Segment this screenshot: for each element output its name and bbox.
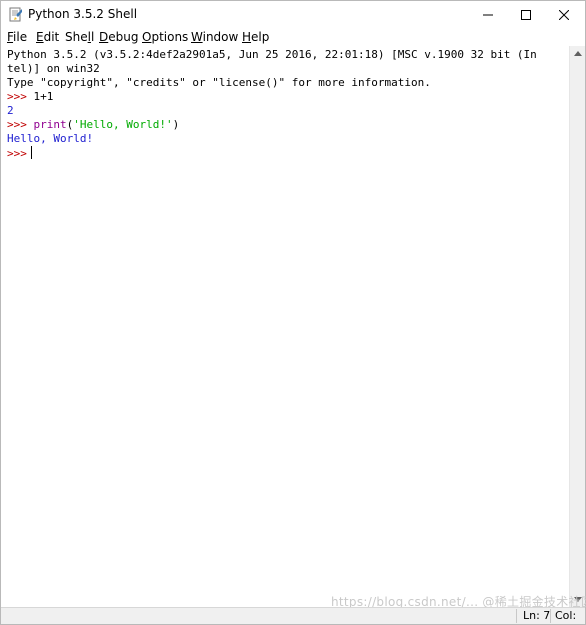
- input-line-3[interactable]: >>>: [7, 146, 32, 160]
- menu-options[interactable]: Options: [142, 29, 188, 45]
- banner-line-3: Type "copyright", "credits" or "license(…: [7, 76, 431, 89]
- menu-edit[interactable]: Edit: [36, 29, 59, 45]
- shell-text-area[interactable]: Python 3.5.2 (v3.5.2:4def2a2901a5, Jun 2…: [1, 46, 569, 606]
- maximize-icon: [520, 9, 531, 20]
- python-idle-icon: [8, 7, 23, 22]
- menu-file[interactable]: File: [7, 29, 27, 45]
- window-title: Python 3.5.2 Shell: [28, 7, 138, 21]
- prompt: >>>: [7, 90, 34, 103]
- menu-help[interactable]: Help: [242, 29, 269, 45]
- status-bar: Ln: 7 Col: 4: [1, 607, 585, 625]
- banner-line-2: tel)] on win32: [7, 62, 100, 75]
- status-column-number: Col: 4: [555, 609, 577, 625]
- menu-debug[interactable]: Debug: [99, 29, 138, 45]
- scroll-up-button[interactable]: [570, 46, 585, 61]
- prompt: >>>: [7, 147, 27, 160]
- status-separator: [550, 609, 551, 623]
- menu-window[interactable]: Window: [191, 29, 238, 45]
- input-line-1: >>> 1+1: [7, 90, 53, 104]
- status-separator: [516, 609, 517, 623]
- menu-shell[interactable]: Shell: [65, 29, 94, 45]
- title-bar[interactable]: Python 3.5.2 Shell: [1, 1, 585, 28]
- vertical-scrollbar[interactable]: [569, 46, 585, 607]
- prompt: >>>: [7, 118, 34, 131]
- builtin-name: print: [33, 118, 67, 131]
- minimize-icon: [482, 14, 493, 15]
- close-button[interactable]: [541, 1, 586, 28]
- input-line-2: >>> print('Hello, World!'): [7, 118, 179, 132]
- output-line-2: Hello, World!: [7, 132, 94, 145]
- banner-line-1: Python 3.5.2 (v3.5.2:4def2a2901a5, Jun 2…: [7, 48, 537, 61]
- text-cursor: [30, 146, 32, 159]
- menu-bar: File Edit Shell Debug Options Window Hel…: [1, 28, 585, 46]
- output-line-1: 2: [7, 104, 14, 117]
- arrow-up-icon: [573, 51, 582, 56]
- string-literal: 'Hello, World!': [73, 118, 173, 131]
- status-line-number: Ln: 7: [523, 609, 551, 622]
- close-icon: [558, 9, 569, 20]
- paren-close: ): [172, 118, 180, 131]
- idle-shell-window: Python 3.5.2 Shell File Edit Shell Debug…: [0, 0, 586, 625]
- command-text: 1+1: [33, 90, 54, 103]
